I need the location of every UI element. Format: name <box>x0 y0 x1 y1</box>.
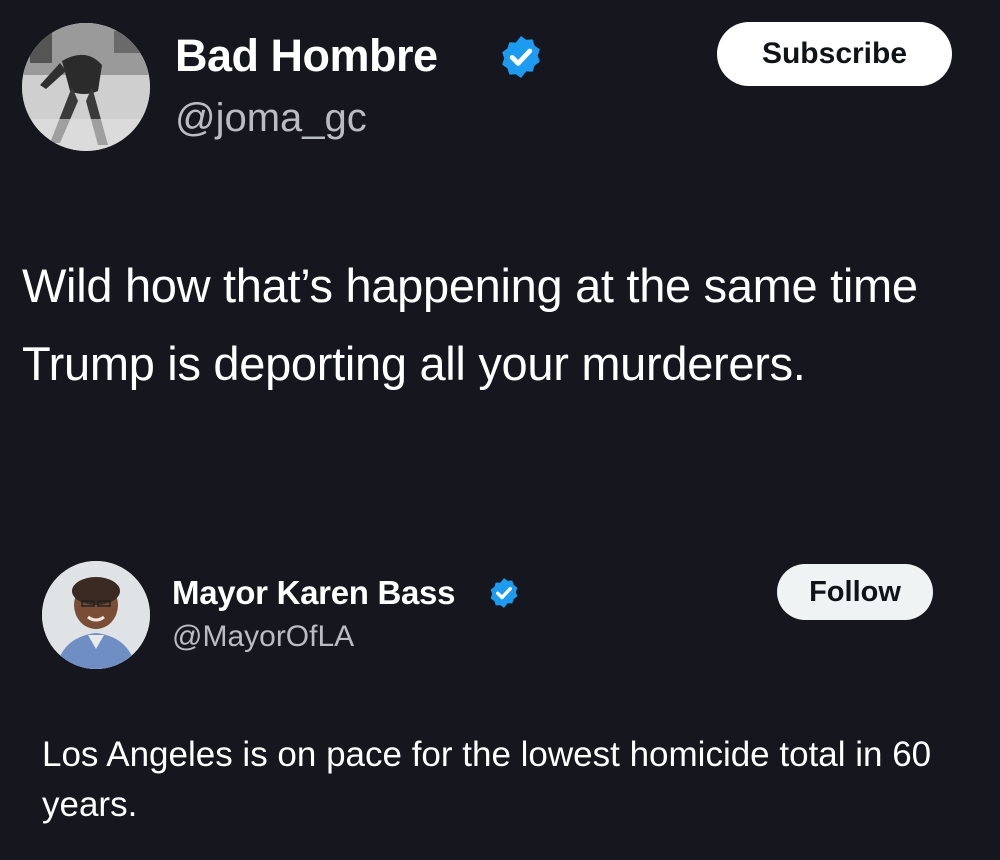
verified-badge-icon <box>490 578 518 608</box>
quoted-author-name[interactable]: Mayor Karen Bass <box>172 574 455 612</box>
author-handle[interactable]: @joma_gc <box>175 96 367 141</box>
quoted-author-avatar[interactable] <box>42 561 150 669</box>
post-text: Wild how that’s happening at the same ti… <box>22 259 918 390</box>
verified-badge-icon <box>502 36 540 78</box>
author-name[interactable]: Bad Hombre <box>175 30 438 82</box>
quoted-post-text: Los Angeles is on pace for the lowest ho… <box>42 735 932 824</box>
avatar-photo <box>42 561 150 669</box>
subscribe-button[interactable]: Subscribe <box>717 22 952 86</box>
avatar-photo <box>22 23 150 151</box>
follow-button[interactable]: Follow <box>777 564 933 620</box>
author-avatar[interactable] <box>22 23 150 151</box>
quoted-author-handle[interactable]: @MayorOfLA <box>172 620 354 654</box>
